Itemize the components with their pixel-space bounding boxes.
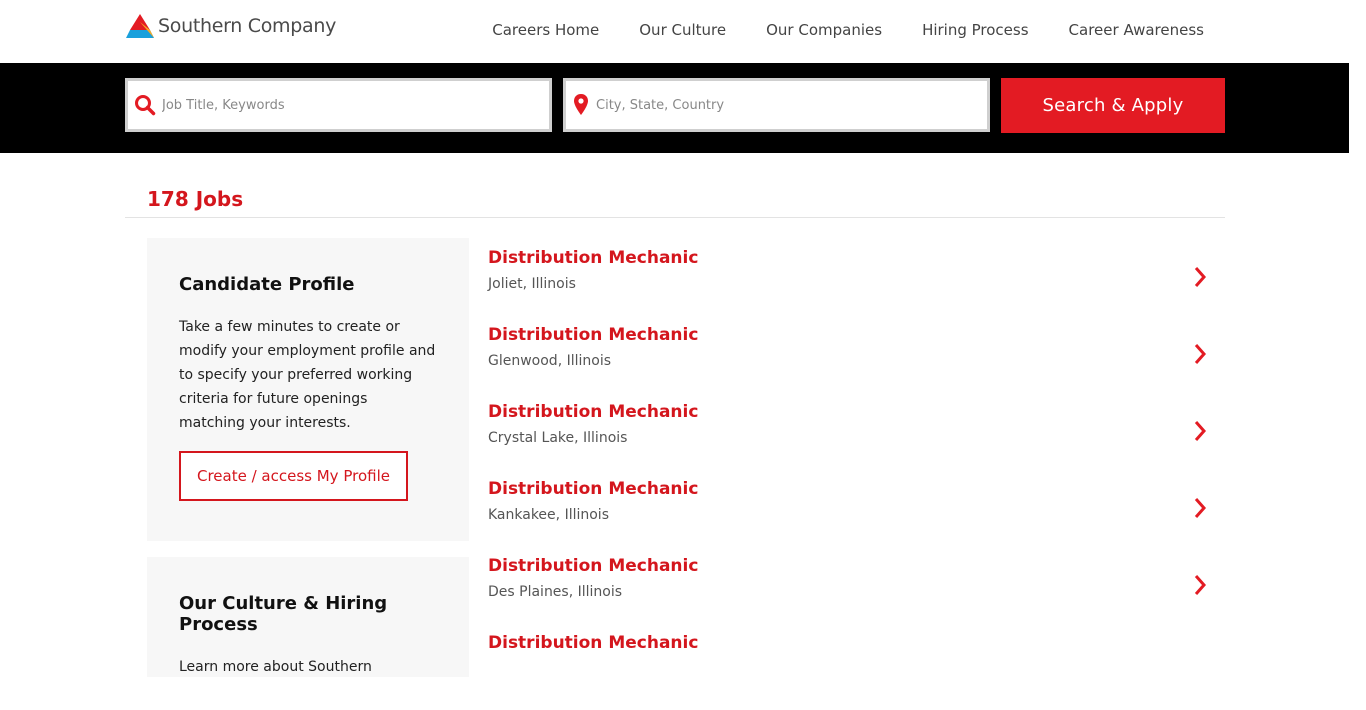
- nav-our-culture[interactable]: Our Culture: [639, 21, 726, 39]
- candidate-profile-title: Candidate Profile: [179, 274, 355, 295]
- candidate-profile-text: Take a few minutes to create or modify y…: [179, 319, 436, 431]
- logo-triangle-icon: [126, 14, 154, 38]
- job-item[interactable]: Distribution Mechanic Glenwood, Illinois: [488, 325, 1223, 402]
- job-item[interactable]: Distribution Mechanic Crystal Lake, Illi…: [488, 402, 1223, 479]
- job-item[interactable]: Distribution Mechanic Joliet, Illinois: [488, 248, 1223, 325]
- job-item[interactable]: Distribution Mechanic Des Plaines, Illin…: [488, 556, 1223, 633]
- job-title[interactable]: Distribution Mechanic: [488, 248, 1223, 268]
- main-nav: Careers Home Our Culture Our Companies H…: [492, 21, 1204, 39]
- nav-our-companies[interactable]: Our Companies: [766, 21, 882, 39]
- job-title[interactable]: Distribution Mechanic: [488, 479, 1223, 499]
- culture-hiring-card: Our Culture & Hiring Process Learn more …: [147, 557, 469, 677]
- southern-company-logo[interactable]: Southern Company: [126, 13, 336, 39]
- job-title[interactable]: Distribution Mechanic: [488, 556, 1223, 576]
- job-location: Kankakee, Illinois: [488, 507, 609, 523]
- chevron-right-icon[interactable]: [1193, 420, 1207, 442]
- job-location: Joliet, Illinois: [488, 276, 576, 292]
- candidate-profile-card: Candidate Profile Take a few minutes to …: [147, 238, 469, 541]
- chevron-right-icon[interactable]: [1193, 497, 1207, 519]
- job-location: Glenwood, Illinois: [488, 353, 612, 369]
- culture-hiring-title: Our Culture & Hiring Process: [179, 593, 388, 635]
- jobs-count: 178 Jobs: [147, 187, 244, 211]
- culture-hiring-text: Learn more about Southern: [179, 659, 372, 675]
- nav-career-awareness[interactable]: Career Awareness: [1069, 21, 1204, 39]
- site-header: Southern Company Careers Home Our Cultur…: [0, 0, 1366, 63]
- job-item[interactable]: Distribution Mechanic: [488, 633, 1223, 710]
- keyword-field[interactable]: [125, 78, 552, 132]
- job-title[interactable]: Distribution Mechanic: [488, 325, 1223, 345]
- chevron-right-icon[interactable]: [1193, 574, 1207, 596]
- chevron-right-icon[interactable]: [1193, 266, 1207, 288]
- job-list: Distribution Mechanic Joliet, Illinois D…: [488, 248, 1223, 710]
- location-input[interactable]: [596, 97, 956, 113]
- job-title[interactable]: Distribution Mechanic: [488, 402, 1223, 422]
- nav-careers-home[interactable]: Careers Home: [492, 21, 599, 39]
- search-icon: [135, 95, 156, 116]
- divider: [125, 217, 1225, 218]
- logo-text: Southern Company: [158, 15, 337, 37]
- nav-hiring-process[interactable]: Hiring Process: [922, 21, 1028, 39]
- job-item[interactable]: Distribution Mechanic Kankakee, Illinois: [488, 479, 1223, 556]
- job-title[interactable]: Distribution Mechanic: [488, 633, 1223, 653]
- job-location: Crystal Lake, Illinois: [488, 430, 628, 446]
- job-location: Des Plaines, Illinois: [488, 584, 623, 600]
- search-apply-button[interactable]: Search & Apply: [1001, 78, 1225, 133]
- search-bar: Search & Apply: [0, 63, 1349, 153]
- keyword-input[interactable]: [162, 97, 522, 113]
- chevron-right-icon[interactable]: [1193, 343, 1207, 365]
- map-pin-icon: [574, 94, 588, 115]
- location-field[interactable]: [563, 78, 990, 132]
- create-profile-button[interactable]: Create / access My Profile: [179, 451, 408, 501]
